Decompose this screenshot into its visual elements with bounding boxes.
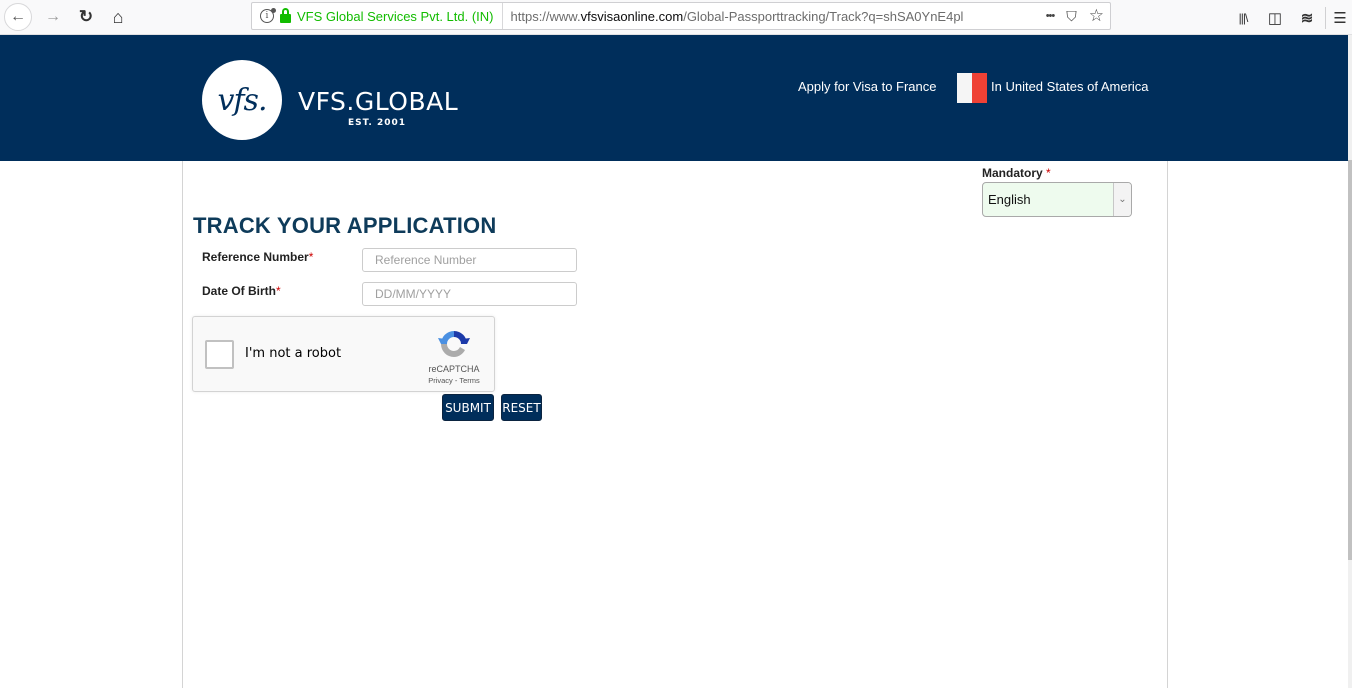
reference-number-input[interactable] (362, 248, 577, 272)
url-bar[interactable]: i VFS Global Services Pvt. Ltd. (IN) htt… (251, 2, 1111, 30)
recaptcha-widget: I'm not a robot reCAPTCHA Privacy - Term… (192, 316, 495, 392)
toolbar-separator (1325, 6, 1326, 29)
site-header: vfs. VFS.GLOBAL EST. 2001 Apply for Visa… (0, 35, 1348, 161)
logo-tagline: EST. 2001 (348, 118, 407, 128)
library-icon: |||\ (1238, 10, 1249, 25)
language-label: Mandatory * (982, 166, 1051, 180)
url-path: /Global-Passporttracking/Track?q=shSA0Yn… (683, 8, 964, 24)
sidebar-button[interactable]: ◫ (1259, 0, 1291, 35)
bookmark-star-icon[interactable]: ☆ (1089, 6, 1104, 26)
france-flag-icon (957, 73, 987, 103)
lock-icon (280, 7, 291, 23)
page-scrollbar[interactable] (1348, 35, 1352, 688)
logo-name[interactable]: VFS.GLOBAL (298, 87, 458, 116)
site-identity[interactable]: i VFS Global Services Pvt. Ltd. (IN) (252, 3, 503, 29)
required-mark: * (308, 250, 314, 264)
sidebar-icon: ◫ (1267, 9, 1283, 27)
extension-button[interactable]: ≋ (1291, 0, 1323, 35)
recaptcha-privacy-terms-links[interactable]: Privacy - Terms (415, 376, 493, 385)
home-button[interactable]: ⌂ (104, 3, 132, 31)
url-text[interactable]: https://www.vfsvisaonline.com/Global-Pas… (503, 9, 1013, 24)
main-content (182, 161, 1168, 688)
layers-icon: ≋ (1300, 9, 1314, 27)
reference-number-label: Reference Number* (202, 250, 314, 264)
url-prefix: https://www. (510, 8, 581, 24)
recaptcha-logo-icon (438, 331, 470, 357)
home-icon: ⌂ (112, 6, 124, 27)
required-mark: * (276, 284, 281, 298)
date-of-birth-input[interactable] (362, 282, 577, 306)
forward-button[interactable]: → (39, 3, 67, 31)
reload-icon: ↻ (78, 7, 94, 26)
library-button[interactable]: |||\ (1227, 0, 1259, 35)
date-of-birth-label: Date Of Birth* (202, 284, 281, 298)
page-actions-icon[interactable]: ••• (1046, 10, 1056, 22)
captcha-label: I'm not a robot (245, 346, 342, 361)
url-domain: vfsvisaonline.com (580, 8, 684, 24)
country-text: In United States of America (991, 79, 1149, 94)
logo-mark-text: vfs. (217, 82, 268, 118)
scrollbar-thumb[interactable] (1348, 160, 1352, 560)
recaptcha-brand: reCAPTCHA (428, 364, 480, 374)
reload-button[interactable]: ↻ (72, 3, 100, 31)
captcha-checkbox[interactable] (205, 340, 234, 369)
language-select[interactable]: English ⌄ (982, 182, 1132, 217)
reset-button[interactable]: RESET (501, 394, 542, 421)
menu-button[interactable]: ☰ (1328, 0, 1352, 35)
hamburger-menu-icon: ☰ (1333, 9, 1347, 27)
required-mark: * (1046, 166, 1051, 180)
identity-label: VFS Global Services Pvt. Ltd. (IN) (297, 8, 494, 24)
apply-for-visa-text: Apply for Visa to France (798, 79, 937, 94)
info-icon[interactable]: i (260, 8, 276, 23)
submit-button[interactable]: SUBMIT (442, 394, 494, 421)
vfs-logo-mark[interactable]: vfs. (202, 60, 282, 140)
pocket-icon[interactable]: ⛉ (1066, 8, 1077, 25)
back-arrow-icon: ← (10, 8, 26, 25)
language-selected-value: English (988, 192, 1031, 207)
forward-arrow-icon: → (45, 8, 61, 25)
back-button[interactable]: ← (4, 3, 32, 31)
browser-toolbar: ← → ↻ ⌂ i VFS Global Services Pvt. Ltd. … (0, 0, 1352, 35)
page-title: TRACK YOUR APPLICATION (193, 213, 497, 238)
chevron-down-icon[interactable]: ⌄ (1113, 183, 1131, 216)
